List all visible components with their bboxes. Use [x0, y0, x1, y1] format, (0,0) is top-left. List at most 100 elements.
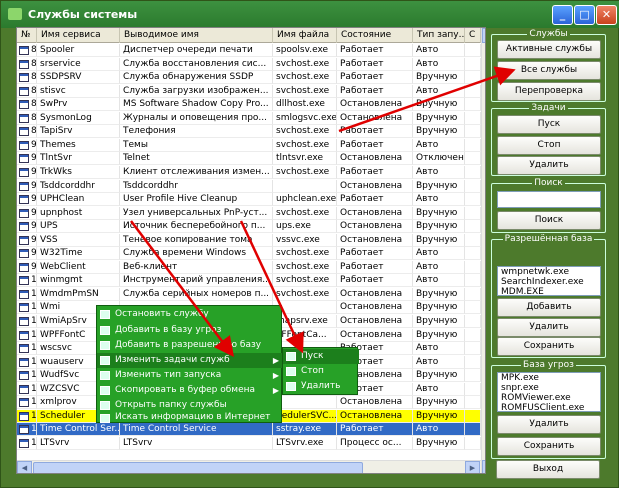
table-cell	[465, 274, 481, 288]
list-item[interactable]: MDM.EXE	[501, 287, 600, 295]
scroll-down-icon[interactable]: ▼	[482, 460, 485, 473]
minimize-button[interactable]: _	[552, 5, 573, 25]
table-row[interactable]: 96UPSИсточник бесперебойного п...ups.exe…	[17, 220, 485, 234]
table-cell: Вручную	[413, 328, 465, 342]
list-item[interactable]: snpr.exe	[501, 383, 600, 393]
table-row[interactable]: 112LTSvrvLTSvrvLTSvrv.exeПроцесс ос...Вр…	[17, 436, 485, 450]
list-item[interactable]: SearchIndexer.exe	[501, 277, 600, 287]
search-input[interactable]	[497, 191, 601, 208]
column-header[interactable]: С	[465, 28, 481, 43]
menu-item-add-threat[interactable]: Добавить в базу угроз	[97, 323, 283, 338]
table-row[interactable]: 86stisvcСлужба загрузки изображен...svch…	[17, 84, 485, 98]
table-cell: 88	[17, 111, 37, 125]
table-row[interactable]: 93TsddcorddhrTsddcorddhrОстановленаВручн…	[17, 179, 485, 193]
list-item[interactable]: wmpnetwk.exe	[501, 267, 600, 277]
allowed-base-label: Разрешённая база	[502, 234, 595, 244]
threat-save-button[interactable]: Сохранить	[497, 437, 601, 456]
recheck-button[interactable]: Перепроверка	[497, 82, 601, 101]
table-header: № Имя сервиса Выводимое имя Имя файла Состоя…	[17, 28, 485, 43]
threat-delete-button[interactable]: Удалить	[497, 415, 601, 434]
table-row[interactable]: 88SysmonLogЖурналы и оповещения про...sm…	[17, 111, 485, 125]
table-cell: Авто	[413, 423, 465, 437]
table-cell: Служба восстановления сис...	[120, 57, 273, 71]
menu-item-change-startup[interactable]: Изменить тип запуска ▶	[97, 368, 283, 383]
table-cell: Spooler	[37, 44, 120, 57]
column-header[interactable]: Тип запу...	[413, 28, 465, 43]
service-icon	[19, 384, 29, 394]
stop-button[interactable]: Стоп	[497, 136, 601, 155]
services-group: Службы Активные службы Все службы Перепр…	[491, 29, 606, 102]
maximize-button[interactable]: □	[574, 5, 595, 25]
list-item[interactable]: MPK.exe	[501, 373, 600, 383]
column-header[interactable]: Имя сервиса	[37, 28, 120, 43]
submenu-item-start[interactable]: Пуск	[283, 349, 359, 364]
table-row[interactable]: 84srserviceСлужба восстановления сис...s…	[17, 57, 485, 71]
table-cell: Авто	[413, 165, 465, 179]
start-button[interactable]: Пуск	[497, 115, 601, 134]
table-cell	[465, 369, 481, 383]
allowed-base-list[interactable]: wmpnetwk.exe SearchIndexer.exe MDM.EXE	[497, 266, 601, 296]
allowed-save-button[interactable]: Сохранить	[497, 337, 601, 356]
allowed-add-button[interactable]: Добавить	[497, 298, 601, 317]
vertical-scrollbar[interactable]: ▲ ▼	[481, 28, 485, 473]
table-row[interactable]: 94UPHCleanUser Profile Hive Cleanupuphcl…	[17, 193, 485, 207]
scroll-left-icon[interactable]: ◀	[17, 461, 32, 473]
menu-item-copy[interactable]: Скопировать в буфер обмена ▶	[97, 383, 283, 398]
table-row[interactable]: 97VSSТеневое копирование томаvssvc.exeОс…	[17, 233, 485, 247]
title-bar[interactable]: Службы системы _ □ ✕	[1, 1, 619, 28]
table-cell: 107	[17, 369, 37, 383]
table-row[interactable]: 87SwPrvMS Software Shadow Copy Pro...dll…	[17, 98, 485, 112]
all-services-button[interactable]: Все службы	[497, 61, 601, 80]
threat-base-list[interactable]: MPK.exe snpr.exe ROMViewer.exe ROMFUSCli…	[497, 372, 601, 412]
table-cell: Остановлена	[337, 152, 413, 166]
table-cell: winmgmt	[37, 274, 120, 288]
submenu: Пуск Стоп Удалить	[282, 347, 359, 395]
submenu-item-delete[interactable]: Удалить	[283, 379, 359, 394]
service-icon	[19, 289, 29, 299]
table-row[interactable]: 95upnphostУзел универсальных PnP-уст...s…	[17, 206, 485, 220]
service-icon	[19, 276, 29, 286]
close-button[interactable]: ✕	[596, 5, 617, 25]
service-icon	[19, 425, 29, 435]
search-button[interactable]: Поиск	[497, 211, 601, 230]
delete-button[interactable]: Удалить	[497, 156, 601, 175]
table-cell: Остановлена	[337, 315, 413, 328]
table-cell: Остановлена	[337, 179, 413, 193]
table-row[interactable]: 89TapiSrvТелефонияsvchost.exeРаботаетВру…	[17, 125, 485, 139]
table-row[interactable]: 99WebClientВеб-клиентsvchost.exeРаботает…	[17, 260, 485, 274]
horizontal-scrollbar[interactable]: ◀ ▶	[17, 460, 481, 473]
table-row[interactable]: 111Time Control Ser...Time Control Servi…	[17, 423, 485, 437]
table-row[interactable]: 91TlntSvrTelnettlntsvr.exeОстановленаОтк…	[17, 152, 485, 166]
table-row[interactable]: 100winmgmtИнструментарий управления...sv…	[17, 274, 485, 288]
table-cell: svchost.exe	[273, 274, 337, 288]
menu-item-stop-service[interactable]: Остановить службу	[97, 307, 283, 322]
column-header[interactable]: Выводимое имя	[120, 28, 273, 43]
menu-item-search-web[interactable]: Искать информацию в Интернет	[97, 411, 283, 424]
table-row[interactable]: 83SpoolerДиспетчер очереди печатиspoolsv…	[17, 44, 485, 57]
scroll-right-icon[interactable]: ▶	[465, 461, 480, 473]
active-services-button[interactable]: Активные службы	[497, 40, 601, 59]
scroll-up-icon[interactable]: ▲	[482, 28, 485, 43]
service-icon	[19, 317, 29, 326]
table-row[interactable]: 101WmdmPmSNСлужба серийных номеров п...s…	[17, 287, 485, 301]
table-row[interactable]: 85SSDPSRVСлужба обнаружения SSDPsvchost.…	[17, 71, 485, 85]
table-cell: Узел универсальных PnP-уст...	[120, 206, 273, 220]
column-header[interactable]: Состояние	[337, 28, 413, 43]
list-item[interactable]: ROMViewer.exe	[501, 393, 600, 403]
allowed-delete-button[interactable]: Удалить	[497, 318, 601, 337]
service-icon	[19, 344, 29, 354]
column-header[interactable]: Имя файла	[273, 28, 337, 43]
submenu-item-stop[interactable]: Стоп	[283, 364, 359, 379]
exit-button[interactable]: Выход	[496, 460, 600, 479]
table-row[interactable]: 90ThemesТемыsvchost.exeРаботаетАвто	[17, 138, 485, 152]
table-row[interactable]: 98W32TimeСлужба времени Windowssvchost.e…	[17, 247, 485, 261]
table-cell: Вручную	[413, 206, 465, 220]
column-header[interactable]: №	[17, 28, 37, 43]
menu-item-add-allowed[interactable]: Добавить в разрешенную базу	[97, 338, 283, 353]
list-item[interactable]: ROMFUSClient.exe	[501, 403, 600, 411]
table-cell: Работает	[337, 71, 413, 85]
scroll-thumb[interactable]	[33, 462, 363, 473]
table-row[interactable]: 92TrkWksКлиент отслеживания измен...svch…	[17, 165, 485, 179]
menu-item-change-tasks[interactable]: Изменить задачи служб ▶	[97, 353, 283, 368]
table-cell: 96	[17, 220, 37, 234]
